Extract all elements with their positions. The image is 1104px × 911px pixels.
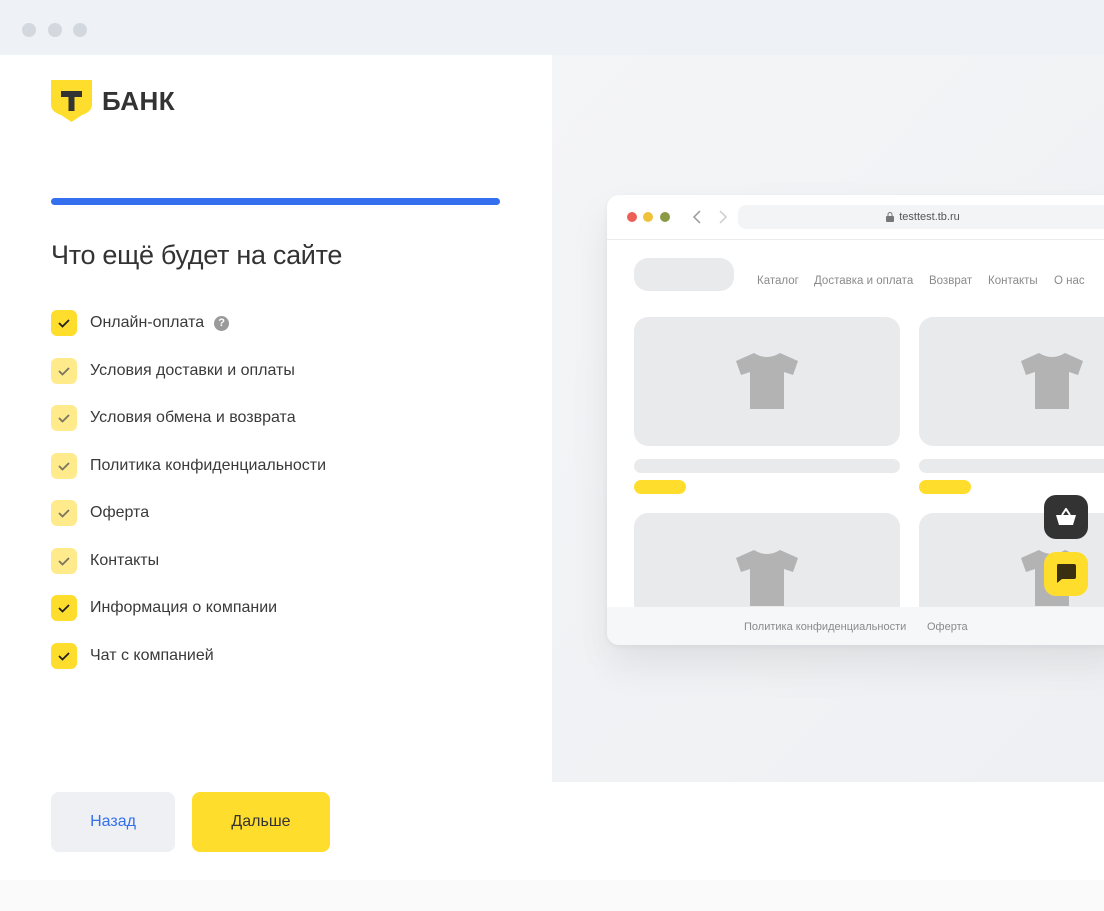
checkmark-icon [58,462,70,471]
preview-nav-item: О нас [1054,275,1085,287]
checkmark-icon [58,319,70,328]
checkmark-icon [58,557,70,566]
option-7[interactable]: Чат с компанией [51,643,214,669]
preview-logo-placeholder [634,258,734,291]
product-price-placeholder [634,480,686,494]
close-dot [627,212,637,222]
option-label: Контакты [90,552,160,569]
cart-button [1044,495,1088,539]
option-label: Информация о компании [90,599,278,616]
checkmark-icon [58,652,70,661]
option-1[interactable]: Условия доставки и оплаты [51,358,295,384]
preview-browser-bar: testtest.tb.ru [607,195,1104,240]
checkmark-icon [58,509,70,518]
address-bar: testtest.tb.ru [738,205,1104,229]
preview-footer: Политика конфиденциальности Оферта [607,607,1104,645]
help-icon[interactable]: ? [214,315,230,331]
checkmark-icon [58,367,70,376]
option-label: Чат с компанией [90,647,214,664]
next-button[interactable]: Дальше [192,792,330,852]
page-title: Что ещё будет на сайте [51,240,343,270]
preview-footer-link: Политика конфиденциальности [744,621,907,633]
window-dot [73,23,87,37]
checkbox[interactable] [51,595,77,621]
preview-nav-item: Контакты [988,275,1038,287]
tshirt-icon [1021,353,1083,409]
option-label: Политика конфиденциальности [90,457,327,474]
forward-arrow-icon [719,210,728,224]
brand-name: БАНК [102,85,176,116]
preview-nav-item: Возврат [929,275,973,287]
checkbox[interactable] [51,405,77,431]
product-title-placeholder [919,459,1104,473]
option-0[interactable]: Онлайн-оплата? [51,310,230,336]
maximize-dot [660,212,670,222]
bottom-strip [0,880,1104,911]
checkbox[interactable] [51,358,77,384]
back-button[interactable]: Назад [51,792,175,852]
window-dot [22,23,36,37]
option-6[interactable]: Информация о компании [51,595,277,621]
window-titlebar [0,0,1104,55]
checkbox[interactable] [51,500,77,526]
option-5[interactable]: Контакты [51,548,159,574]
option-label: Условия доставки и оплаты [90,362,295,379]
option-label: Оферта [90,504,150,521]
shield-logo-icon [51,80,92,122]
option-4[interactable]: Оферта [51,500,149,526]
tshirt-icon [736,353,798,409]
back-arrow-icon [692,210,701,224]
preview-nav-item: Каталог [757,275,799,287]
site-preview-window: testtest.tb.ru Каталог Доставка и оплата… [607,195,1104,645]
option-2[interactable]: Условия обмена и возврата [51,405,296,431]
preview-footer-link: Оферта [927,621,968,633]
progress-bar [51,198,500,205]
option-label: Условия обмена и возврата [90,409,296,426]
tbank-logo: БАНК [51,80,175,122]
preview-nav-item: Доставка и оплата [814,275,914,287]
window-dot [48,23,62,37]
preview-url: testtest.tb.ru [899,211,960,223]
checkbox[interactable] [51,453,77,479]
basket-icon [1056,508,1076,525]
option-label: Онлайн-оплата [90,314,205,331]
progress-fill [51,198,500,205]
product-title-placeholder [634,459,900,473]
option-3[interactable]: Политика конфиденциальности [51,453,326,479]
minimize-dot [643,212,653,222]
lock-icon [886,212,895,222]
chat-bubble-icon [1057,564,1076,583]
checkbox[interactable] [51,310,77,336]
checkmark-icon [58,604,70,613]
checkmark-icon [58,414,70,423]
chat-button [1044,552,1088,596]
tshirt-icon [736,550,798,606]
checkbox[interactable] [51,548,77,574]
checkbox[interactable] [51,643,77,669]
product-price-placeholder [919,480,971,494]
